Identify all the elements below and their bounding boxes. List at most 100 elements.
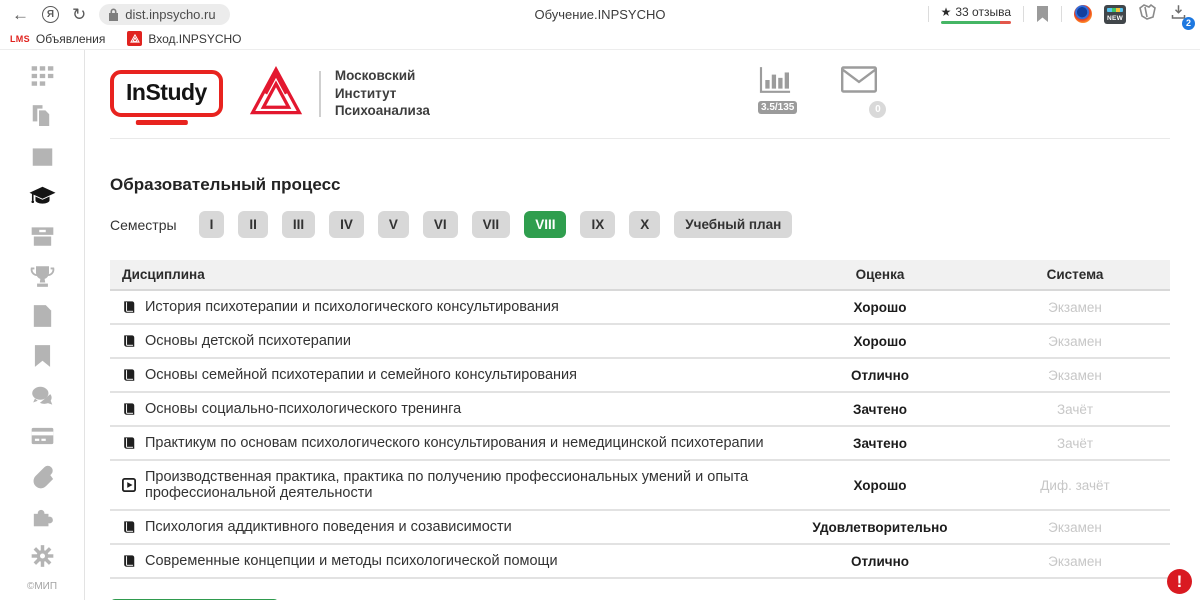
discipline-title: История психотерапии и психологического … [145,299,559,315]
performance-stats-button[interactable]: 3.5/135 [758,66,797,114]
book-icon [122,402,136,416]
semester-tab-x[interactable]: X [629,211,660,238]
semester-tab-iii[interactable]: III [282,211,315,238]
semester-tab-учебный-план[interactable]: Учебный план [674,211,792,238]
reload-icon[interactable]: ↻ [72,6,86,23]
semester-tab-i[interactable]: I [199,211,225,238]
sidebar-item-archive[interactable] [29,223,56,249]
mip-mini-icon [127,31,142,46]
discipline-title: Современные концепции и методы психологи… [145,553,558,569]
discipline-cell[interactable]: Современные концепции и методы психологи… [110,545,780,577]
divider [928,6,929,22]
table-row[interactable]: История психотерапии и психологического … [110,291,1170,325]
collections-icon[interactable] [1138,3,1157,25]
sidebar: ©МИП [0,50,85,600]
semester-tab-v[interactable]: V [378,211,409,238]
institute-name-line: Психоанализа [335,102,430,120]
table-row[interactable]: Производственная практика, практика по п… [110,461,1170,511]
discipline-cell[interactable]: Производственная практика, практика по п… [110,461,780,509]
sidebar-item-gear[interactable] [29,543,56,569]
book-icon [122,300,136,314]
discipline-cell[interactable]: Основы социально-психологического тренин… [110,393,780,425]
divider [319,71,321,117]
video-file-icon [29,303,56,329]
sidebar-item-video-file[interactable] [29,303,56,329]
discipline-title: Основы семейной психотерапии и семейного… [145,367,577,383]
table-row[interactable]: Основы детской психотерапии ХорошоЭкзамен [110,325,1170,359]
discipline-cell[interactable]: История психотерапии и психологического … [110,291,780,323]
graduation-cap-icon [29,183,56,209]
apps-grid-icon [29,63,56,89]
sidebar-item-graduation-cap[interactable] [29,183,56,209]
table-row[interactable]: Практикум по основам психологического ко… [110,427,1170,461]
browser-extension-icon[interactable] [1074,5,1092,23]
mail-badge: 0 [869,101,886,118]
system-cell: Зачёт [980,436,1170,451]
back-icon[interactable]: ← [12,6,29,23]
book-icon [122,334,136,348]
bookmark-flag-icon[interactable] [1036,6,1049,22]
discipline-cell[interactable]: Психология аддиктивного поведения и соза… [110,511,780,543]
system-cell: Экзамен [980,300,1170,315]
semester-tab-vii[interactable]: VII [472,211,511,238]
discipline-cell[interactable]: Практикум по основам психологического ко… [110,427,780,459]
table-header-row: Дисциплина Оценка Система [110,260,1170,291]
grade-cell: Отлично [780,554,980,569]
downloads-button[interactable]: 2 [1169,3,1188,26]
card-icon [29,423,56,449]
institute-name: МосковскийИнститутПсихоанализа [335,67,430,120]
discipline-cell[interactable]: Основы детской психотерапии [110,325,780,357]
sidebar-item-apps-grid[interactable] [29,63,56,89]
bookmark-login[interactable]: Вход.INPSYCHO [127,31,241,46]
sidebar-item-puzzle[interactable] [29,503,56,529]
grade-cell: Хорошо [780,334,980,349]
grade-cell: Зачтено [780,402,980,417]
sidebar-item-documents[interactable] [29,103,56,129]
sidebar-item-card[interactable] [29,423,56,449]
new-extension-icon[interactable]: NEW [1104,5,1126,24]
sidebar-item-calendar[interactable] [29,143,56,169]
system-cell: Зачёт [980,402,1170,417]
discipline-title: Психология аддиктивного поведения и соза… [145,519,512,535]
paperclip-icon [29,463,56,489]
address-bar[interactable]: dist.inpsycho.ru [99,4,229,25]
semester-tab-iv[interactable]: IV [329,211,364,238]
disciplines-table: Дисциплина Оценка Система История психот… [110,260,1170,579]
instudy-logo[interactable]: InStudy [110,70,223,117]
discipline-title: Производственная практика, практика по п… [145,469,768,501]
url-text: dist.inpsycho.ru [125,7,215,22]
sidebar-item-chat[interactable] [29,383,56,409]
trophy-icon [29,263,56,289]
table-row[interactable]: Современные концепции и методы психологи… [110,545,1170,579]
book-icon [122,368,136,382]
mail-button[interactable]: 0 [841,66,877,114]
discipline-cell[interactable]: Основы семейной психотерапии и семейного… [110,359,780,391]
grade-cell: Отлично [780,368,980,383]
sidebar-item-paperclip[interactable] [29,463,56,489]
discipline-title: Основы детской психотерапии [145,333,351,349]
documents-icon [29,103,56,129]
sidebar-item-trophy[interactable] [29,263,56,289]
semester-tab-viii[interactable]: VIII [524,211,566,238]
reviews-label: 33 отзыва [955,5,1011,19]
system-cell: Экзамен [980,554,1170,569]
puzzle-icon [29,503,56,529]
mip-logo-icon [249,66,303,121]
grade-cell: Хорошо [780,300,980,315]
semester-tabs: Семестры IIIIIIIVVVIVIIVIIIIXXУчебный пл… [110,211,1170,238]
alert-icon[interactable]: ! [1167,569,1192,594]
discipline-title: Практикум по основам психологического ко… [145,435,764,451]
table-row[interactable]: Психология аддиктивного поведения и соза… [110,511,1170,545]
table-row[interactable]: Основы социально-психологического тренин… [110,393,1170,427]
semester-tab-ix[interactable]: IX [580,211,615,238]
semester-tab-vi[interactable]: VI [423,211,458,238]
gear-icon [29,543,56,569]
table-row[interactable]: Основы семейной психотерапии и семейного… [110,359,1170,393]
yandex-icon[interactable]: Я [42,6,59,23]
site-header: InStudy МосковскийИнститутПсихоанализа [110,50,1170,139]
semester-tab-ii[interactable]: II [238,211,268,238]
bookmark-announcements[interactable]: LMS Объявления [10,32,105,46]
sidebar-item-bookmark[interactable] [29,343,56,369]
reviews-widget[interactable]: ★ 33 отзыва [941,5,1011,24]
system-cell: Экзамен [980,334,1170,349]
